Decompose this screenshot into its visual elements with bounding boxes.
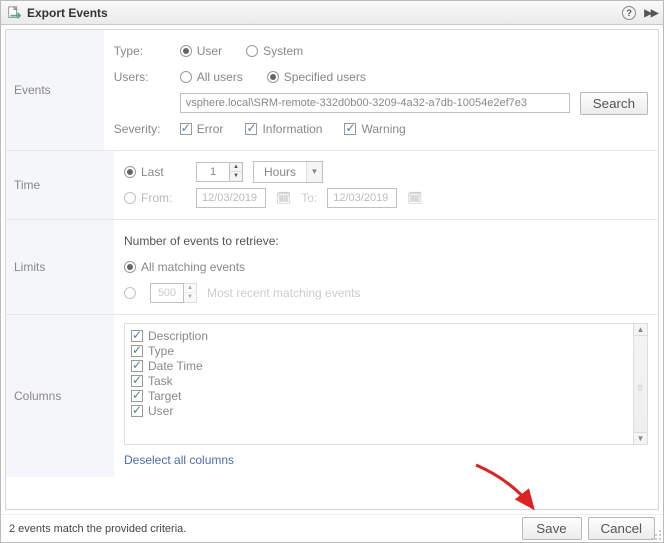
cancel-button[interactable]: Cancel xyxy=(588,517,656,540)
status-text: 2 events match the provided criteria. xyxy=(9,523,516,535)
from-date-input xyxy=(196,188,266,208)
expand-icon[interactable]: ▶▶ xyxy=(644,5,657,21)
dialog-body: Events Type: User System Users: All user… xyxy=(1,25,663,514)
scrollbar[interactable]: ▲ ⠿ ▼ xyxy=(633,324,647,444)
scroll-up-icon[interactable]: ▲ xyxy=(634,324,647,336)
section-time-label: Time xyxy=(6,151,114,219)
section-columns-label: Columns xyxy=(6,315,114,477)
time-unit-dropdown[interactable]: Hours ▼ xyxy=(253,161,323,183)
spinner-down-icon[interactable]: ▼ xyxy=(230,172,242,181)
help-icon[interactable]: ? xyxy=(622,6,636,20)
columns-listbox: Description Type Date Time Task Target U… xyxy=(124,323,648,445)
export-events-dialog: Export Events ? ▶▶ Events Type: User Sys… xyxy=(0,0,664,543)
column-checkbox-user[interactable]: User xyxy=(131,404,627,418)
checkbox-warning[interactable]: Warning xyxy=(344,122,405,136)
column-checkbox-date-time[interactable]: Date Time xyxy=(131,359,627,373)
severity-label: Severity: xyxy=(114,122,170,136)
checkbox-information[interactable]: Information xyxy=(245,122,322,136)
radio-last[interactable]: Last xyxy=(124,165,180,179)
section-limits-label: Limits xyxy=(6,220,114,314)
radio-type-user[interactable]: User xyxy=(180,44,222,58)
users-label: Users: xyxy=(114,70,170,84)
column-checkbox-task[interactable]: Task xyxy=(131,374,627,388)
radio-users-specified[interactable]: Specified users xyxy=(267,70,366,84)
to-date-input xyxy=(327,188,397,208)
limits-header: Number of events to retrieve: xyxy=(124,234,279,248)
column-checkbox-description[interactable]: Description xyxy=(131,329,627,343)
search-button[interactable]: Search xyxy=(580,92,648,115)
specified-users-input[interactable] xyxy=(180,93,570,113)
to-label: To: xyxy=(301,191,317,205)
type-label: Type: xyxy=(114,44,170,58)
most-recent-count-input xyxy=(150,283,184,303)
section-events-label: Events xyxy=(6,30,104,150)
column-checkbox-target[interactable]: Target xyxy=(131,389,627,403)
radio-users-all[interactable]: All users xyxy=(180,70,243,84)
most-recent-label: Most recent matching events xyxy=(207,286,360,300)
titlebar: Export Events ? ▶▶ xyxy=(1,1,663,25)
resize-grip-icon[interactable] xyxy=(650,529,662,541)
calendar-icon: 🗓 xyxy=(407,191,422,205)
deselect-all-columns-link[interactable]: Deselect all columns xyxy=(124,453,234,467)
export-icon xyxy=(7,6,21,20)
spinner-up-icon[interactable]: ▲ xyxy=(230,163,242,172)
column-checkbox-type[interactable]: Type xyxy=(131,344,627,358)
window-title: Export Events xyxy=(27,6,108,20)
spinner-up-icon: ▲ xyxy=(184,284,196,293)
spinner-down-icon: ▼ xyxy=(184,293,196,302)
chevron-down-icon: ▼ xyxy=(306,162,322,182)
last-value-input[interactable] xyxy=(196,162,230,182)
dialog-footer: 2 events match the provided criteria. Sa… xyxy=(1,514,663,542)
radio-from[interactable]: From: xyxy=(124,191,180,205)
radio-all-matching[interactable]: All matching events xyxy=(124,260,245,274)
checkbox-error[interactable]: Error xyxy=(180,122,224,136)
scroll-down-icon[interactable]: ▼ xyxy=(634,432,647,444)
scroll-grip-icon: ⠿ xyxy=(634,384,647,393)
calendar-icon: 🗓 xyxy=(276,191,291,205)
radio-most-recent[interactable] xyxy=(124,287,136,299)
radio-type-system[interactable]: System xyxy=(246,44,303,58)
save-button[interactable]: Save xyxy=(522,517,582,540)
